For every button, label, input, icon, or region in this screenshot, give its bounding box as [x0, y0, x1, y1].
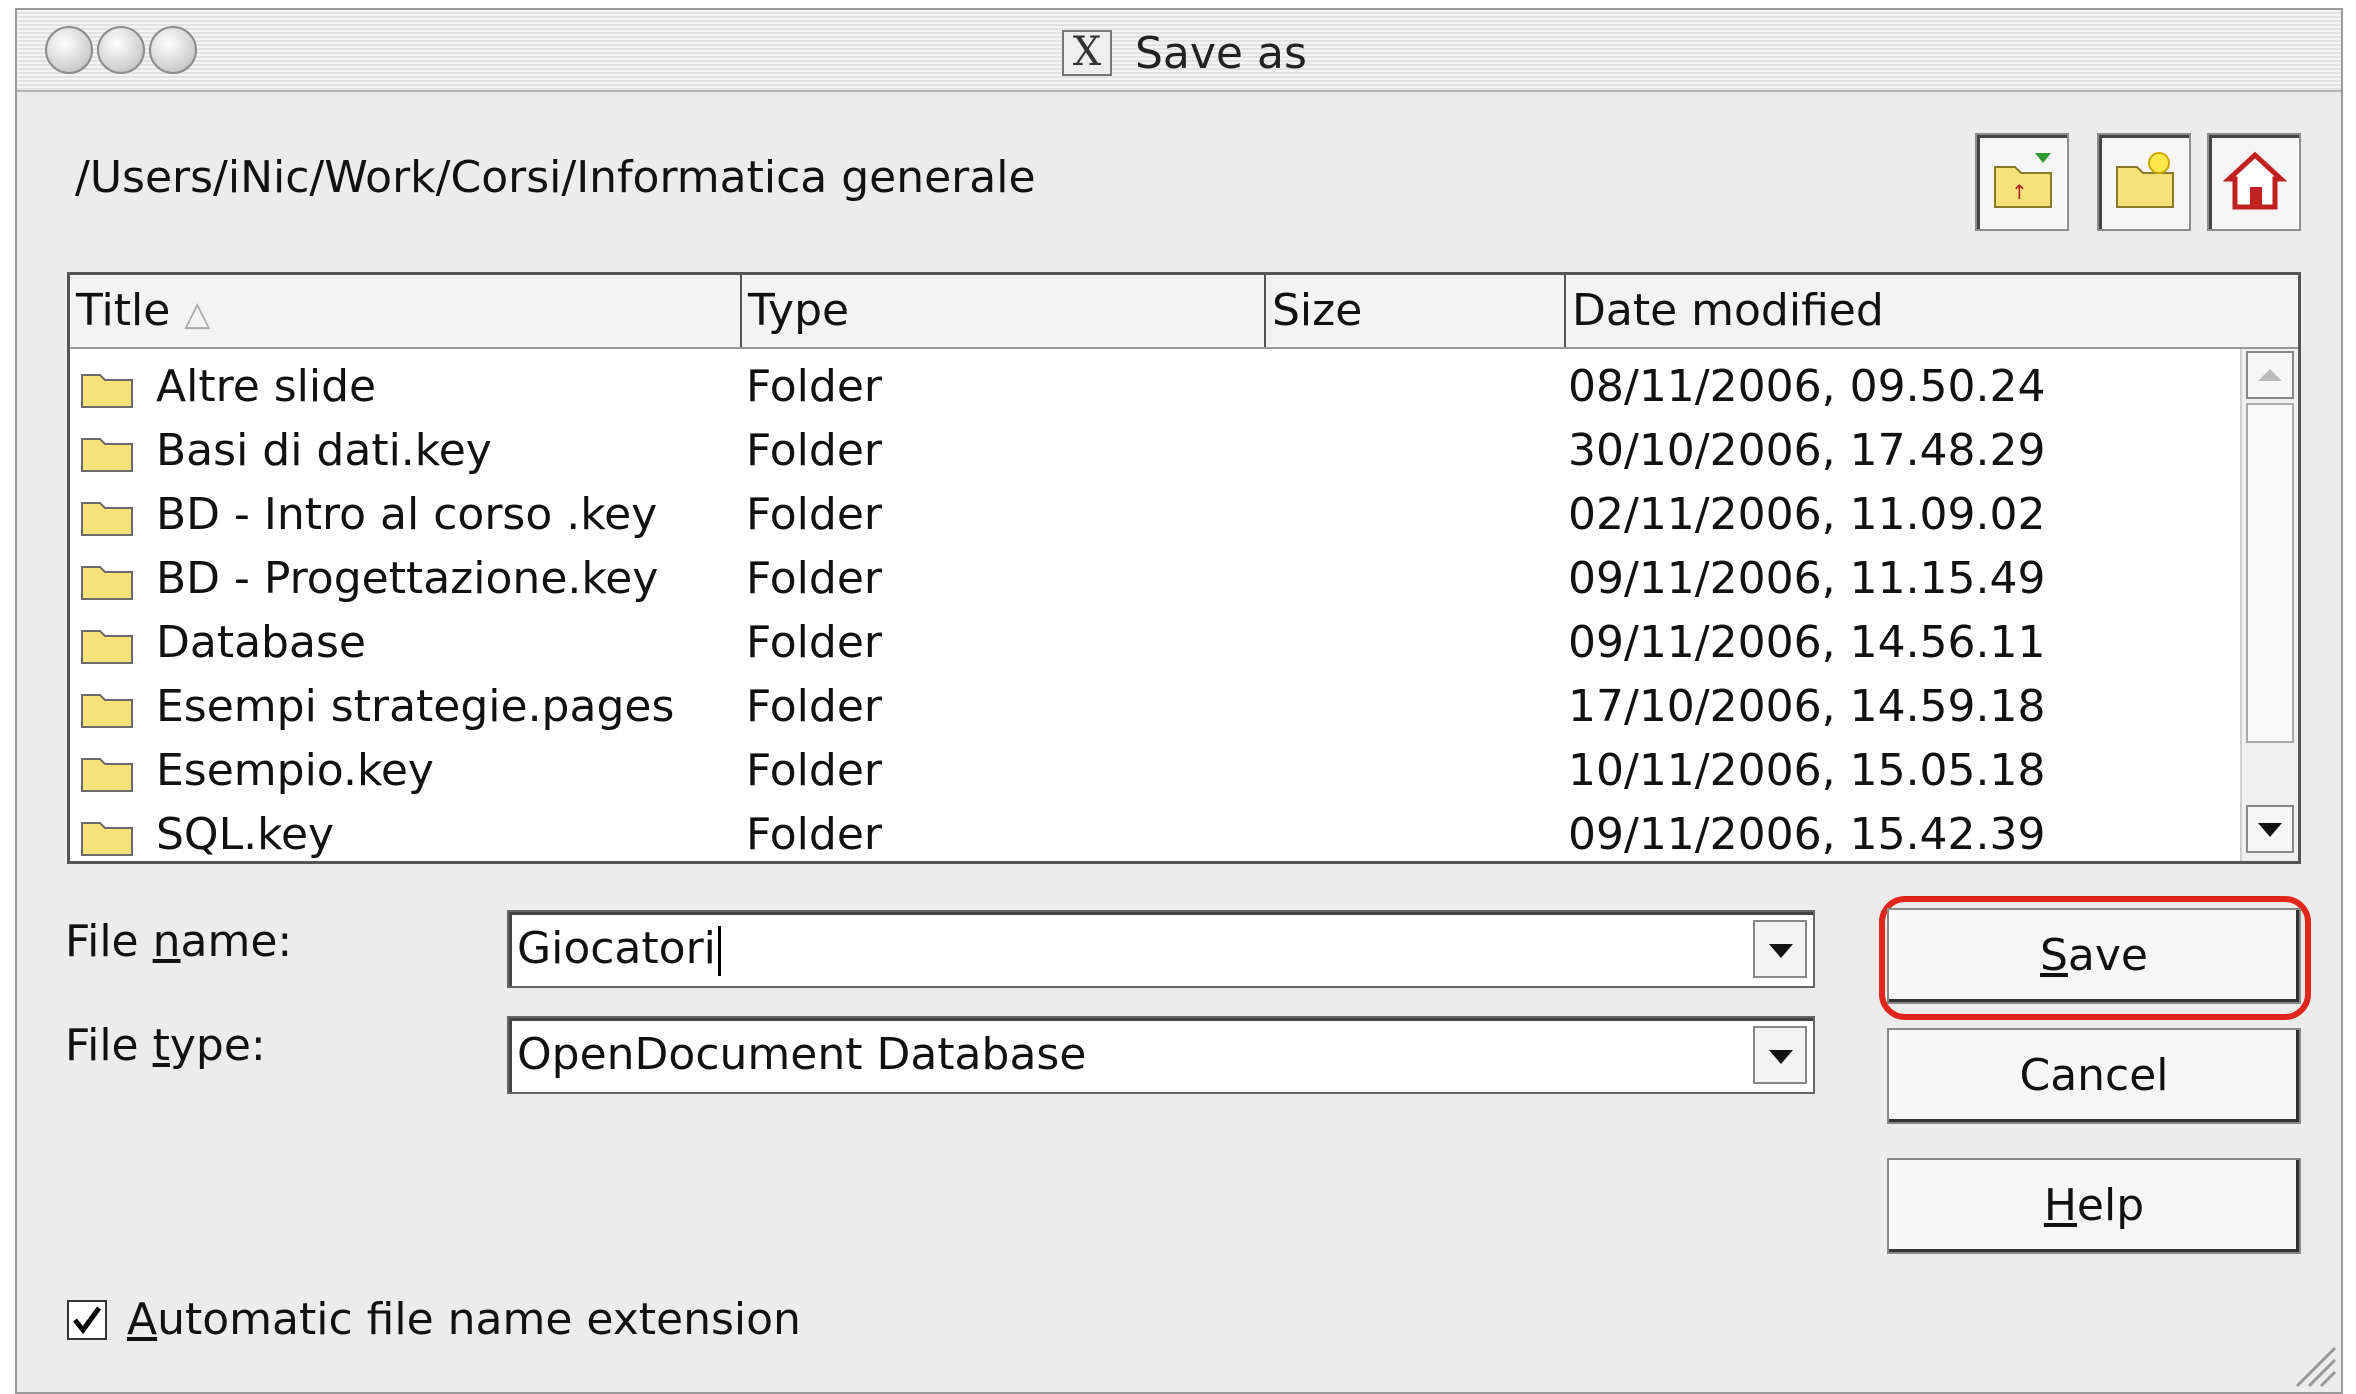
file-type-label: File type:: [65, 1020, 266, 1071]
scroll-down-icon: [2258, 823, 2282, 837]
text-cursor: [717, 926, 721, 976]
folder-icon: [81, 630, 133, 664]
folder-icon: [81, 502, 133, 536]
file-type-cell: Folder: [746, 425, 882, 476]
scroll-up-icon: [2258, 369, 2282, 381]
file-name-cell: Database: [156, 617, 366, 668]
file-name-label: File name:: [65, 916, 292, 967]
file-name-label-text-end: ame:: [180, 916, 293, 967]
file-name-value: Giocatori: [517, 923, 716, 974]
list-item[interactable]: Esempio.key Folder 10/11/2006, 15.05.18: [70, 739, 2240, 803]
file-name-combo[interactable]: Giocatori: [507, 910, 1815, 988]
help-label: elp: [2076, 1180, 2145, 1231]
file-name-cell: Altre slide: [156, 361, 377, 412]
file-date-cell: 02/11/2006, 11.09.02: [1568, 489, 2046, 540]
folder-icon: [81, 438, 133, 472]
x11-app-icon: X: [1062, 30, 1112, 76]
save-mnemonic: S: [2039, 930, 2068, 981]
home-button[interactable]: [2207, 133, 2301, 231]
window-title: Save as: [1135, 28, 1307, 79]
column-date-modified[interactable]: Date modified: [1566, 275, 2298, 347]
help-mnemonic: H: [2043, 1180, 2077, 1231]
list-item[interactable]: Database Folder 09/11/2006, 14.56.11: [70, 611, 2240, 675]
file-date-cell: 10/11/2006, 15.05.18: [1568, 745, 2046, 796]
file-name-label-text: File: [65, 916, 153, 967]
file-list[interactable]: Title △ Type Size Date modified Altre sl…: [67, 272, 2301, 864]
list-item[interactable]: BD - Intro al corso .key Folder 02/11/2006…: [70, 483, 2240, 547]
file-name-mnemonic: n: [152, 916, 181, 967]
file-name-cell: Esempi strategie.pages: [156, 681, 675, 732]
file-date-cell: 09/11/2006, 14.56.11: [1568, 617, 2046, 668]
resize-grip-icon[interactable]: [2287, 1338, 2337, 1388]
list-item[interactable]: SQL.key Folder 09/11/2006, 15.42.39: [70, 803, 2240, 861]
zoom-window-button[interactable]: [149, 26, 197, 74]
title-bar[interactable]: X Save as: [17, 10, 2341, 92]
file-type-cell: Folder: [746, 553, 882, 604]
file-name-cell: BD - Progettazione.key: [156, 553, 659, 604]
file-type-select[interactable]: OpenDocument Database: [507, 1016, 1815, 1094]
file-date-cell: 30/10/2006, 17.48.29: [1568, 425, 2046, 476]
save-label: ave: [2067, 930, 2148, 981]
file-name-cell: BD - Intro al corso .key: [156, 489, 658, 540]
file-list-header: Title △ Type Size Date modified: [70, 275, 2298, 349]
save-button[interactable]: Save: [1887, 908, 2301, 1004]
scroll-up-button[interactable]: [2246, 351, 2294, 399]
up-folder-button[interactable]: ↑: [1975, 133, 2069, 231]
file-type-value: OpenDocument Database: [517, 1029, 1087, 1080]
column-title-label: Title: [76, 285, 171, 336]
new-folder-button[interactable]: [2097, 133, 2191, 231]
help-button[interactable]: Help: [1887, 1158, 2301, 1254]
scrollbar-thumb[interactable]: [2246, 403, 2294, 743]
list-item[interactable]: Altre slide Folder 08/11/2006, 09.50.24: [70, 355, 2240, 419]
file-type-mnemonic: t: [152, 1020, 170, 1071]
vertical-scrollbar[interactable]: [2240, 349, 2298, 861]
file-type-label-text: File: [65, 1020, 153, 1071]
auto-extension-label-text: utomatic file name extension: [157, 1294, 801, 1345]
file-date-cell: 08/11/2006, 09.50.24: [1568, 361, 2046, 412]
sort-ascending-icon: △: [184, 294, 211, 334]
column-type[interactable]: Type: [742, 275, 1266, 347]
file-type-cell: Folder: [746, 489, 882, 540]
folder-icon: [81, 694, 133, 728]
auto-extension-checkbox[interactable]: [67, 1300, 107, 1340]
file-name-dropdown-button[interactable]: [1753, 920, 1807, 978]
file-name-input[interactable]: Giocatori: [517, 912, 721, 986]
list-item[interactable]: Esempi strategie.pages Folder 17/10/2006, …: [70, 675, 2240, 739]
file-type-cell: Folder: [746, 809, 882, 860]
file-name-cell: Esempio.key: [156, 745, 434, 796]
file-type-cell: Folder: [746, 745, 882, 796]
list-item[interactable]: Basi di dati.key Folder 30/10/2006, 17.48.…: [70, 419, 2240, 483]
file-type-cell: Folder: [746, 617, 882, 668]
file-type-cell: Folder: [746, 681, 882, 732]
minimize-window-button[interactable]: [97, 26, 145, 74]
scroll-down-button[interactable]: [2246, 805, 2294, 853]
list-item[interactable]: BD - Progettazione.key Folder 09/11/2006, …: [70, 547, 2240, 611]
folder-icon: [81, 566, 133, 600]
close-window-button[interactable]: [45, 26, 93, 74]
auto-extension-mnemonic: A: [127, 1294, 158, 1345]
file-name-cell: Basi di dati.key: [156, 425, 492, 476]
home-icon: [2223, 151, 2287, 210]
file-name-cell: SQL.key: [156, 809, 335, 860]
file-date-cell: 09/11/2006, 15.42.39: [1568, 809, 2046, 860]
file-date-cell: 09/11/2006, 11.15.49: [1568, 553, 2046, 604]
checkmark-icon: [73, 1306, 102, 1335]
column-title[interactable]: Title △: [70, 275, 742, 347]
folder-icon: [81, 822, 133, 856]
folder-icon: [81, 758, 133, 792]
file-date-cell: 17/10/2006, 14.59.18: [1568, 681, 2046, 732]
folder-up-icon: ↑: [1994, 153, 2052, 208]
save-as-dialog: X Save as /Users/iNic/Work/Corsi/Informa…: [15, 8, 2343, 1394]
file-type-cell: Folder: [746, 361, 882, 412]
column-size[interactable]: Size: [1266, 275, 1566, 347]
folder-icon: [81, 374, 133, 408]
auto-extension-label[interactable]: Automatic file name extension: [127, 1294, 801, 1345]
file-type-label-text-end: ype:: [169, 1020, 266, 1071]
new-folder-icon: [2116, 152, 2174, 208]
cancel-button[interactable]: Cancel: [1887, 1028, 2301, 1124]
file-type-dropdown-button[interactable]: [1753, 1026, 1807, 1084]
current-path: /Users/iNic/Work/Corsi/Informatica gener…: [75, 152, 1036, 203]
svg-text:↑: ↑: [2011, 180, 2028, 204]
